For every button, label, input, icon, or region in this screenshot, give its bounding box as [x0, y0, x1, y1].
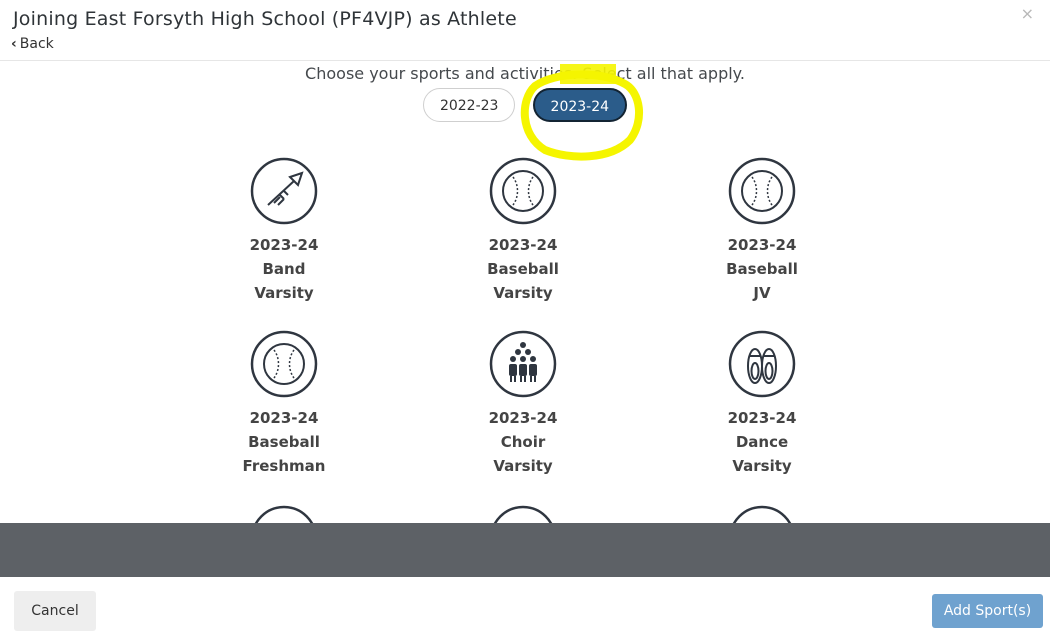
instructions-text: Choose your sports and activities. Selec… [305, 64, 745, 83]
activity-sport: Band [262, 260, 306, 278]
modal-footer [0, 577, 1050, 641]
activity-sport: Baseball [248, 433, 320, 451]
baseball-icon [489, 157, 557, 225]
year-pill-2023-24[interactable]: 2023-24 [532, 88, 628, 122]
activity-year: 2023-24 [249, 236, 319, 254]
activity-year: 2023-24 [727, 236, 797, 254]
activity-year: 2023-24 [488, 409, 558, 427]
activity-card-baseball-varsity[interactable]: 2023-24 Baseball Varsity [433, 157, 613, 305]
activity-sport: Dance [735, 433, 789, 451]
activity-level: Varsity [493, 284, 553, 302]
baseball-icon [728, 157, 796, 225]
baseball-icon [250, 330, 318, 398]
activity-level: JV [753, 284, 771, 302]
partial-activity-icons [254, 505, 792, 523]
chevron-left-icon: ‹ [11, 36, 17, 52]
activity-year: 2023-24 [727, 409, 797, 427]
activity-level: Varsity [732, 457, 792, 475]
activity-year: 2023-24 [488, 236, 558, 254]
activity-card-baseball-jv[interactable]: 2023-24 Baseball JV [672, 157, 852, 305]
activity-card-band-varsity[interactable]: 2023-24 Band Varsity [194, 157, 374, 305]
modal-header: Joining East Forsyth High School (PF4VJP… [0, 0, 1050, 61]
scroll-overlay-band [0, 523, 1050, 577]
activity-card-choir-varsity[interactable]: 2023-24 Choir Varsity [433, 330, 613, 478]
activity-level: Varsity [254, 284, 314, 302]
add-sports-button[interactable]: Add Sport(s) [932, 594, 1043, 628]
trumpet-icon [250, 157, 318, 225]
activity-sport: Choir [500, 433, 546, 451]
activity-level: Freshman [242, 457, 326, 475]
back-label: Back [19, 36, 54, 52]
close-icon[interactable]: × [1021, 4, 1034, 23]
back-link[interactable]: ‹ Back [11, 36, 54, 52]
activity-grid: 2023-24 Band Varsity 2023-24 Baseball Va… [0, 155, 1050, 523]
activity-card-baseball-freshman[interactable]: 2023-24 Baseball Freshman [194, 330, 374, 478]
ballet-shoes-icon [728, 330, 796, 398]
year-pill-2022-23[interactable]: 2022-23 [422, 88, 516, 122]
modal-title: Joining East Forsyth High School (PF4VJP… [13, 8, 517, 30]
year-selector: 2022-23 2023-24 [0, 88, 1050, 122]
activity-card-dance-varsity[interactable]: 2023-24 Dance Varsity [672, 330, 852, 478]
activity-year: 2023-24 [249, 409, 319, 427]
activity-sport: Baseball [726, 260, 798, 278]
choir-icon [489, 330, 557, 398]
activity-level: Varsity [493, 457, 553, 475]
activity-sport: Baseball [487, 260, 559, 278]
cancel-button[interactable]: Cancel [14, 591, 96, 631]
